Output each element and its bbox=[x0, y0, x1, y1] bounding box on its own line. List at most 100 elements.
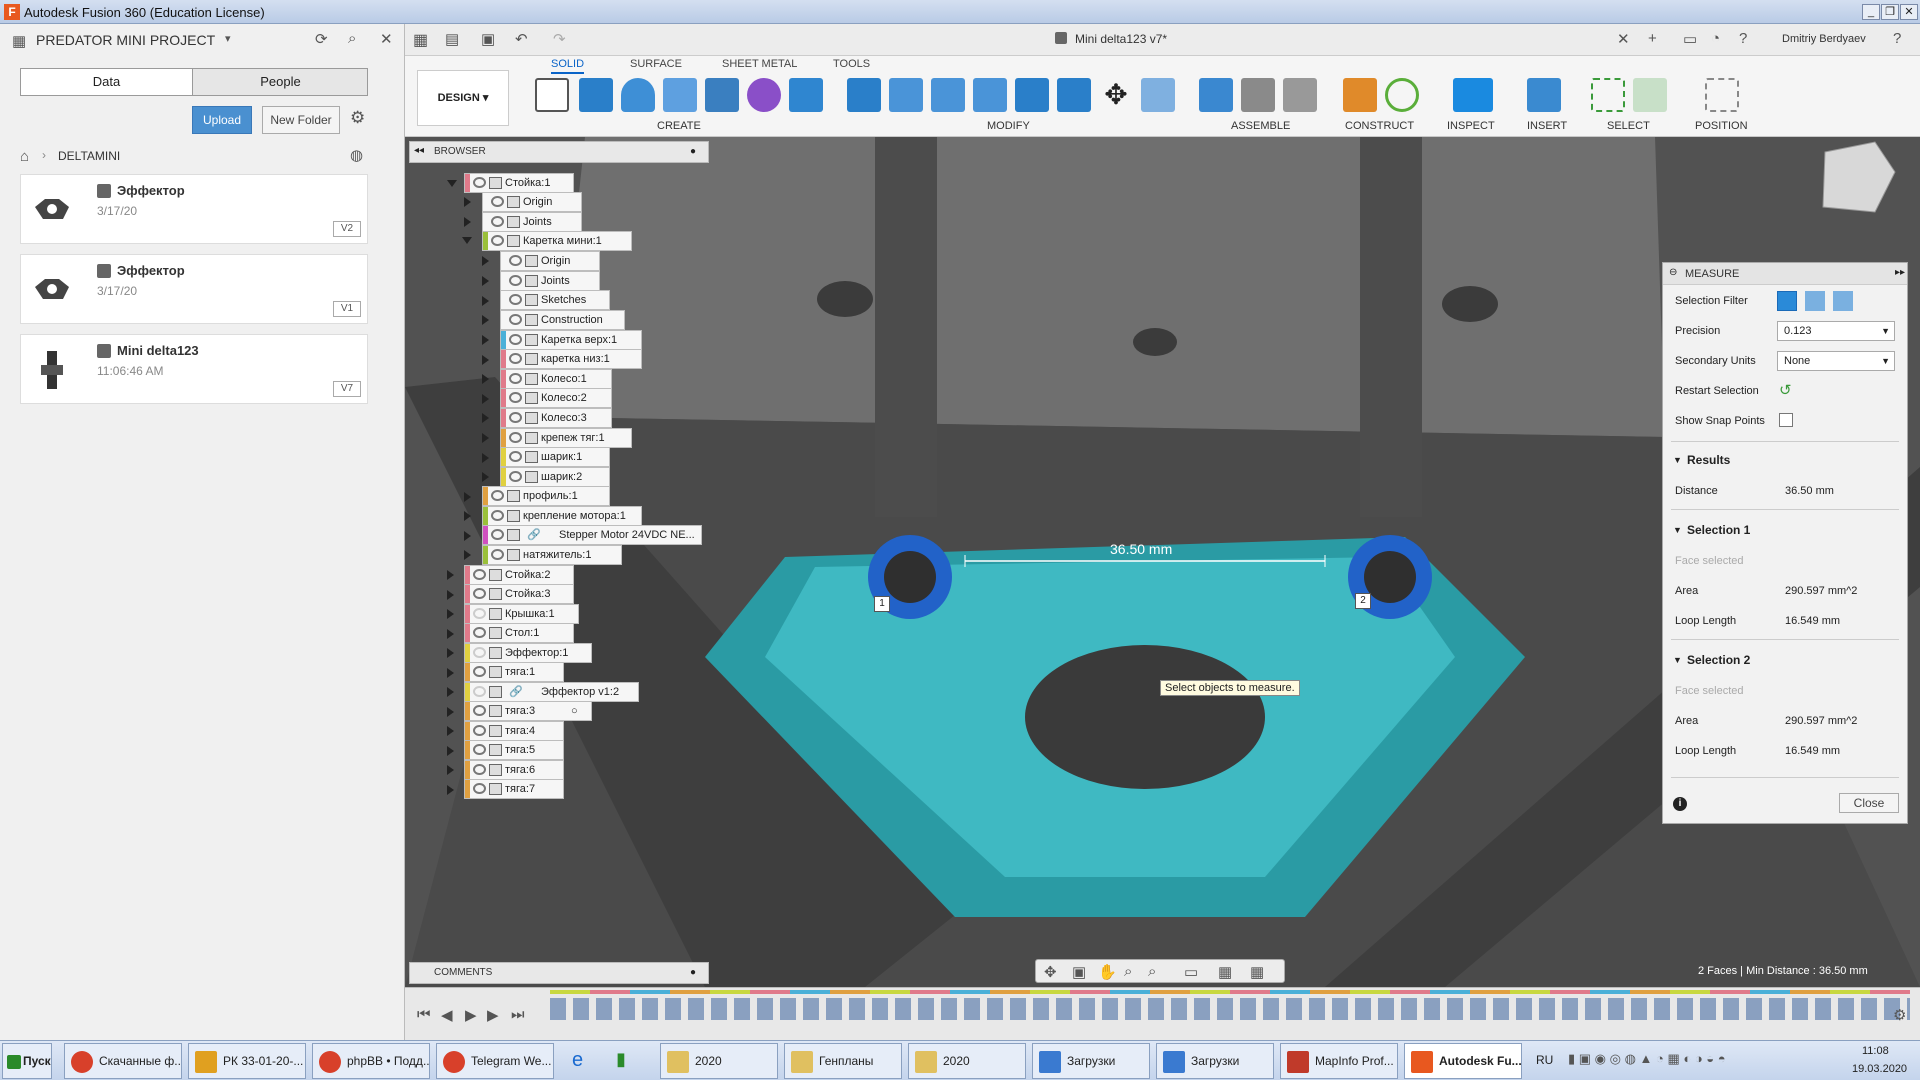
expand-arrow-icon[interactable] bbox=[464, 217, 471, 227]
joint-icon[interactable] bbox=[1241, 78, 1275, 112]
step-forward-icon[interactable]: ▶ bbox=[487, 1006, 499, 1024]
maximize-button[interactable]: ❐ bbox=[1881, 4, 1899, 20]
pan-icon[interactable]: ✋ bbox=[1098, 963, 1117, 981]
tree-node[interactable]: Origin bbox=[500, 251, 600, 271]
align-icon[interactable] bbox=[1141, 78, 1175, 112]
look-at-icon[interactable]: ▣ bbox=[1072, 963, 1086, 981]
file-card[interactable]: Эффектор 3/17/20 V2 bbox=[20, 174, 368, 244]
tree-node[interactable]: шарик:2 bbox=[500, 467, 610, 487]
taskbar-item[interactable]: Telegram We... bbox=[436, 1043, 554, 1079]
close-button[interactable]: Close bbox=[1839, 793, 1899, 813]
file-menu-icon[interactable]: ▤ bbox=[445, 30, 459, 48]
close-icon[interactable]: ✕ bbox=[380, 30, 393, 48]
chevron-down-icon[interactable]: ▼ bbox=[1673, 455, 1682, 465]
expand-arrow-icon[interactable] bbox=[482, 335, 489, 345]
shell-icon[interactable] bbox=[973, 78, 1007, 112]
tree-node[interactable]: натяжитель:1 bbox=[482, 545, 622, 565]
taskbar-item-active[interactable]: Autodesk Fu... bbox=[1404, 1043, 1522, 1079]
tree-node[interactable]: Sketches bbox=[500, 290, 610, 310]
tab-sheet-metal[interactable]: SHEET METAL bbox=[722, 58, 797, 70]
home-icon[interactable]: ⌂ bbox=[20, 148, 29, 165]
expand-dialog-icon[interactable]: ▸▸ bbox=[1895, 267, 1905, 278]
assemble-group[interactable]: ASSEMBLE bbox=[1231, 120, 1290, 132]
search-icon[interactable]: ⌕ bbox=[348, 30, 356, 47]
restart-icon[interactable]: ↺ bbox=[1779, 381, 1792, 399]
tree-node[interactable]: тяга:3 ○ bbox=[464, 701, 592, 721]
expand-arrow-icon[interactable] bbox=[447, 570, 454, 580]
tray-icons[interactable]: ▮ ▣ ◉ ◎ ◍ ▲ ◔ ▦ ◐ ◑ ◒ ◓ bbox=[1568, 1051, 1726, 1067]
modify-group[interactable]: MODIFY bbox=[987, 120, 1030, 132]
position-group[interactable]: POSITION bbox=[1695, 120, 1748, 132]
step-back-icon[interactable]: ◀ bbox=[441, 1006, 453, 1024]
tree-node[interactable]: Колесо:1 bbox=[500, 369, 612, 389]
ie-icon[interactable]: e bbox=[572, 1049, 583, 1072]
expand-arrow-icon[interactable] bbox=[482, 413, 489, 423]
chevron-down-icon[interactable]: ▾ bbox=[225, 32, 231, 45]
tree-node[interactable]: Origin bbox=[482, 192, 582, 212]
pin-icon[interactable]: ● bbox=[690, 967, 696, 978]
grid-settings-icon[interactable]: ▦ bbox=[1218, 963, 1232, 981]
expand-arrow-icon[interactable] bbox=[482, 296, 489, 306]
expand-arrow-icon[interactable] bbox=[482, 472, 489, 482]
tree-node[interactable]: шарик:1 bbox=[500, 447, 610, 467]
tree-node[interactable]: 🔗 Эффектор v1:2 bbox=[464, 682, 639, 702]
file-card[interactable]: Эффектор 3/17/20 V1 bbox=[20, 254, 368, 324]
upload-button[interactable]: Upload bbox=[192, 106, 252, 134]
tree-node[interactable]: крепеж тяг:1 bbox=[500, 428, 632, 448]
filter-face-icon[interactable] bbox=[1777, 291, 1797, 311]
expand-arrow-icon[interactable] bbox=[482, 394, 489, 404]
tree-node[interactable]: тяга:5 bbox=[464, 740, 564, 760]
tree-node[interactable]: Эффектор:1 bbox=[464, 643, 592, 663]
timeline-settings-icon[interactable]: ⚙ bbox=[1893, 1006, 1906, 1024]
tree-node[interactable]: Joints bbox=[482, 212, 582, 232]
file-card[interactable]: Mini delta123 11:06:46 AM V7 bbox=[20, 334, 368, 404]
go-to-start-icon[interactable]: ⏮ bbox=[417, 1006, 431, 1023]
expand-arrow-icon[interactable] bbox=[447, 746, 454, 756]
document-tab[interactable]: Mini delta123 v7* bbox=[1075, 32, 1167, 46]
save-icon[interactable]: ▣ bbox=[481, 30, 495, 48]
new-component-icon[interactable] bbox=[1199, 78, 1233, 112]
expand-arrow-icon[interactable] bbox=[464, 492, 471, 502]
tab-solid[interactable]: SOLID bbox=[551, 58, 585, 74]
taskbar-item[interactable]: Скачанные ф... bbox=[64, 1043, 182, 1079]
offset-plane-icon[interactable] bbox=[1343, 78, 1377, 112]
select-group[interactable]: SELECT bbox=[1607, 120, 1650, 132]
pattern-icon[interactable] bbox=[705, 78, 739, 112]
expand-arrow-icon[interactable] bbox=[482, 453, 489, 463]
expand-arrow-icon[interactable] bbox=[482, 276, 489, 286]
radio-icon[interactable]: ○ bbox=[571, 702, 578, 720]
tree-node[interactable]: Joints bbox=[500, 271, 600, 291]
create-more-icon[interactable] bbox=[789, 78, 823, 112]
construct-group[interactable]: CONSTRUCT bbox=[1345, 120, 1414, 132]
tree-node[interactable]: тяга:7 bbox=[464, 779, 564, 799]
tree-node[interactable]: Колесо:2 bbox=[500, 388, 612, 408]
expand-arrow-icon[interactable] bbox=[464, 511, 471, 521]
tab-surface[interactable]: SURFACE bbox=[630, 58, 682, 70]
zoom-icon[interactable]: ⌕ bbox=[1124, 963, 1132, 980]
tree-node[interactable]: крепление мотора:1 bbox=[482, 506, 642, 526]
snap-points-checkbox[interactable] bbox=[1779, 413, 1793, 427]
tree-node[interactable]: профиль:1 bbox=[482, 486, 610, 506]
expand-arrow-icon[interactable] bbox=[447, 687, 454, 697]
selection1-heading[interactable]: Selection 1 bbox=[1687, 523, 1750, 537]
insert-image-icon[interactable] bbox=[1527, 78, 1561, 112]
help-icon[interactable]: ? bbox=[1739, 30, 1747, 47]
chevron-down-icon[interactable]: ▼ bbox=[1673, 655, 1682, 665]
expand-arrow-icon[interactable] bbox=[482, 374, 489, 384]
app-icon[interactable]: ▮ bbox=[616, 1049, 626, 1070]
split-body-icon[interactable] bbox=[1057, 78, 1091, 112]
chevron-down-icon[interactable]: ▼ bbox=[1673, 525, 1682, 535]
comments-header[interactable]: COMMENTS ● bbox=[409, 962, 709, 984]
breadcrumb[interactable]: DELTAMINI bbox=[58, 149, 120, 163]
expand-arrow-icon[interactable] bbox=[447, 590, 454, 600]
expand-arrow-icon[interactable] bbox=[464, 531, 471, 541]
orbit-icon[interactable]: ✥ bbox=[1044, 963, 1057, 981]
project-name[interactable]: PREDATOR MINI PROJECT bbox=[36, 32, 215, 48]
create-sketch-icon[interactable] bbox=[535, 78, 569, 112]
form-icon[interactable] bbox=[747, 78, 781, 112]
expand-arrow-icon[interactable] bbox=[482, 315, 489, 325]
taskbar-item[interactable]: Загрузки bbox=[1156, 1043, 1274, 1079]
workspace-switcher[interactable]: DESIGN ▾ bbox=[417, 70, 509, 126]
move-icon[interactable]: ✥ bbox=[1099, 78, 1133, 112]
taskbar-item[interactable]: Генпланы bbox=[784, 1043, 902, 1079]
